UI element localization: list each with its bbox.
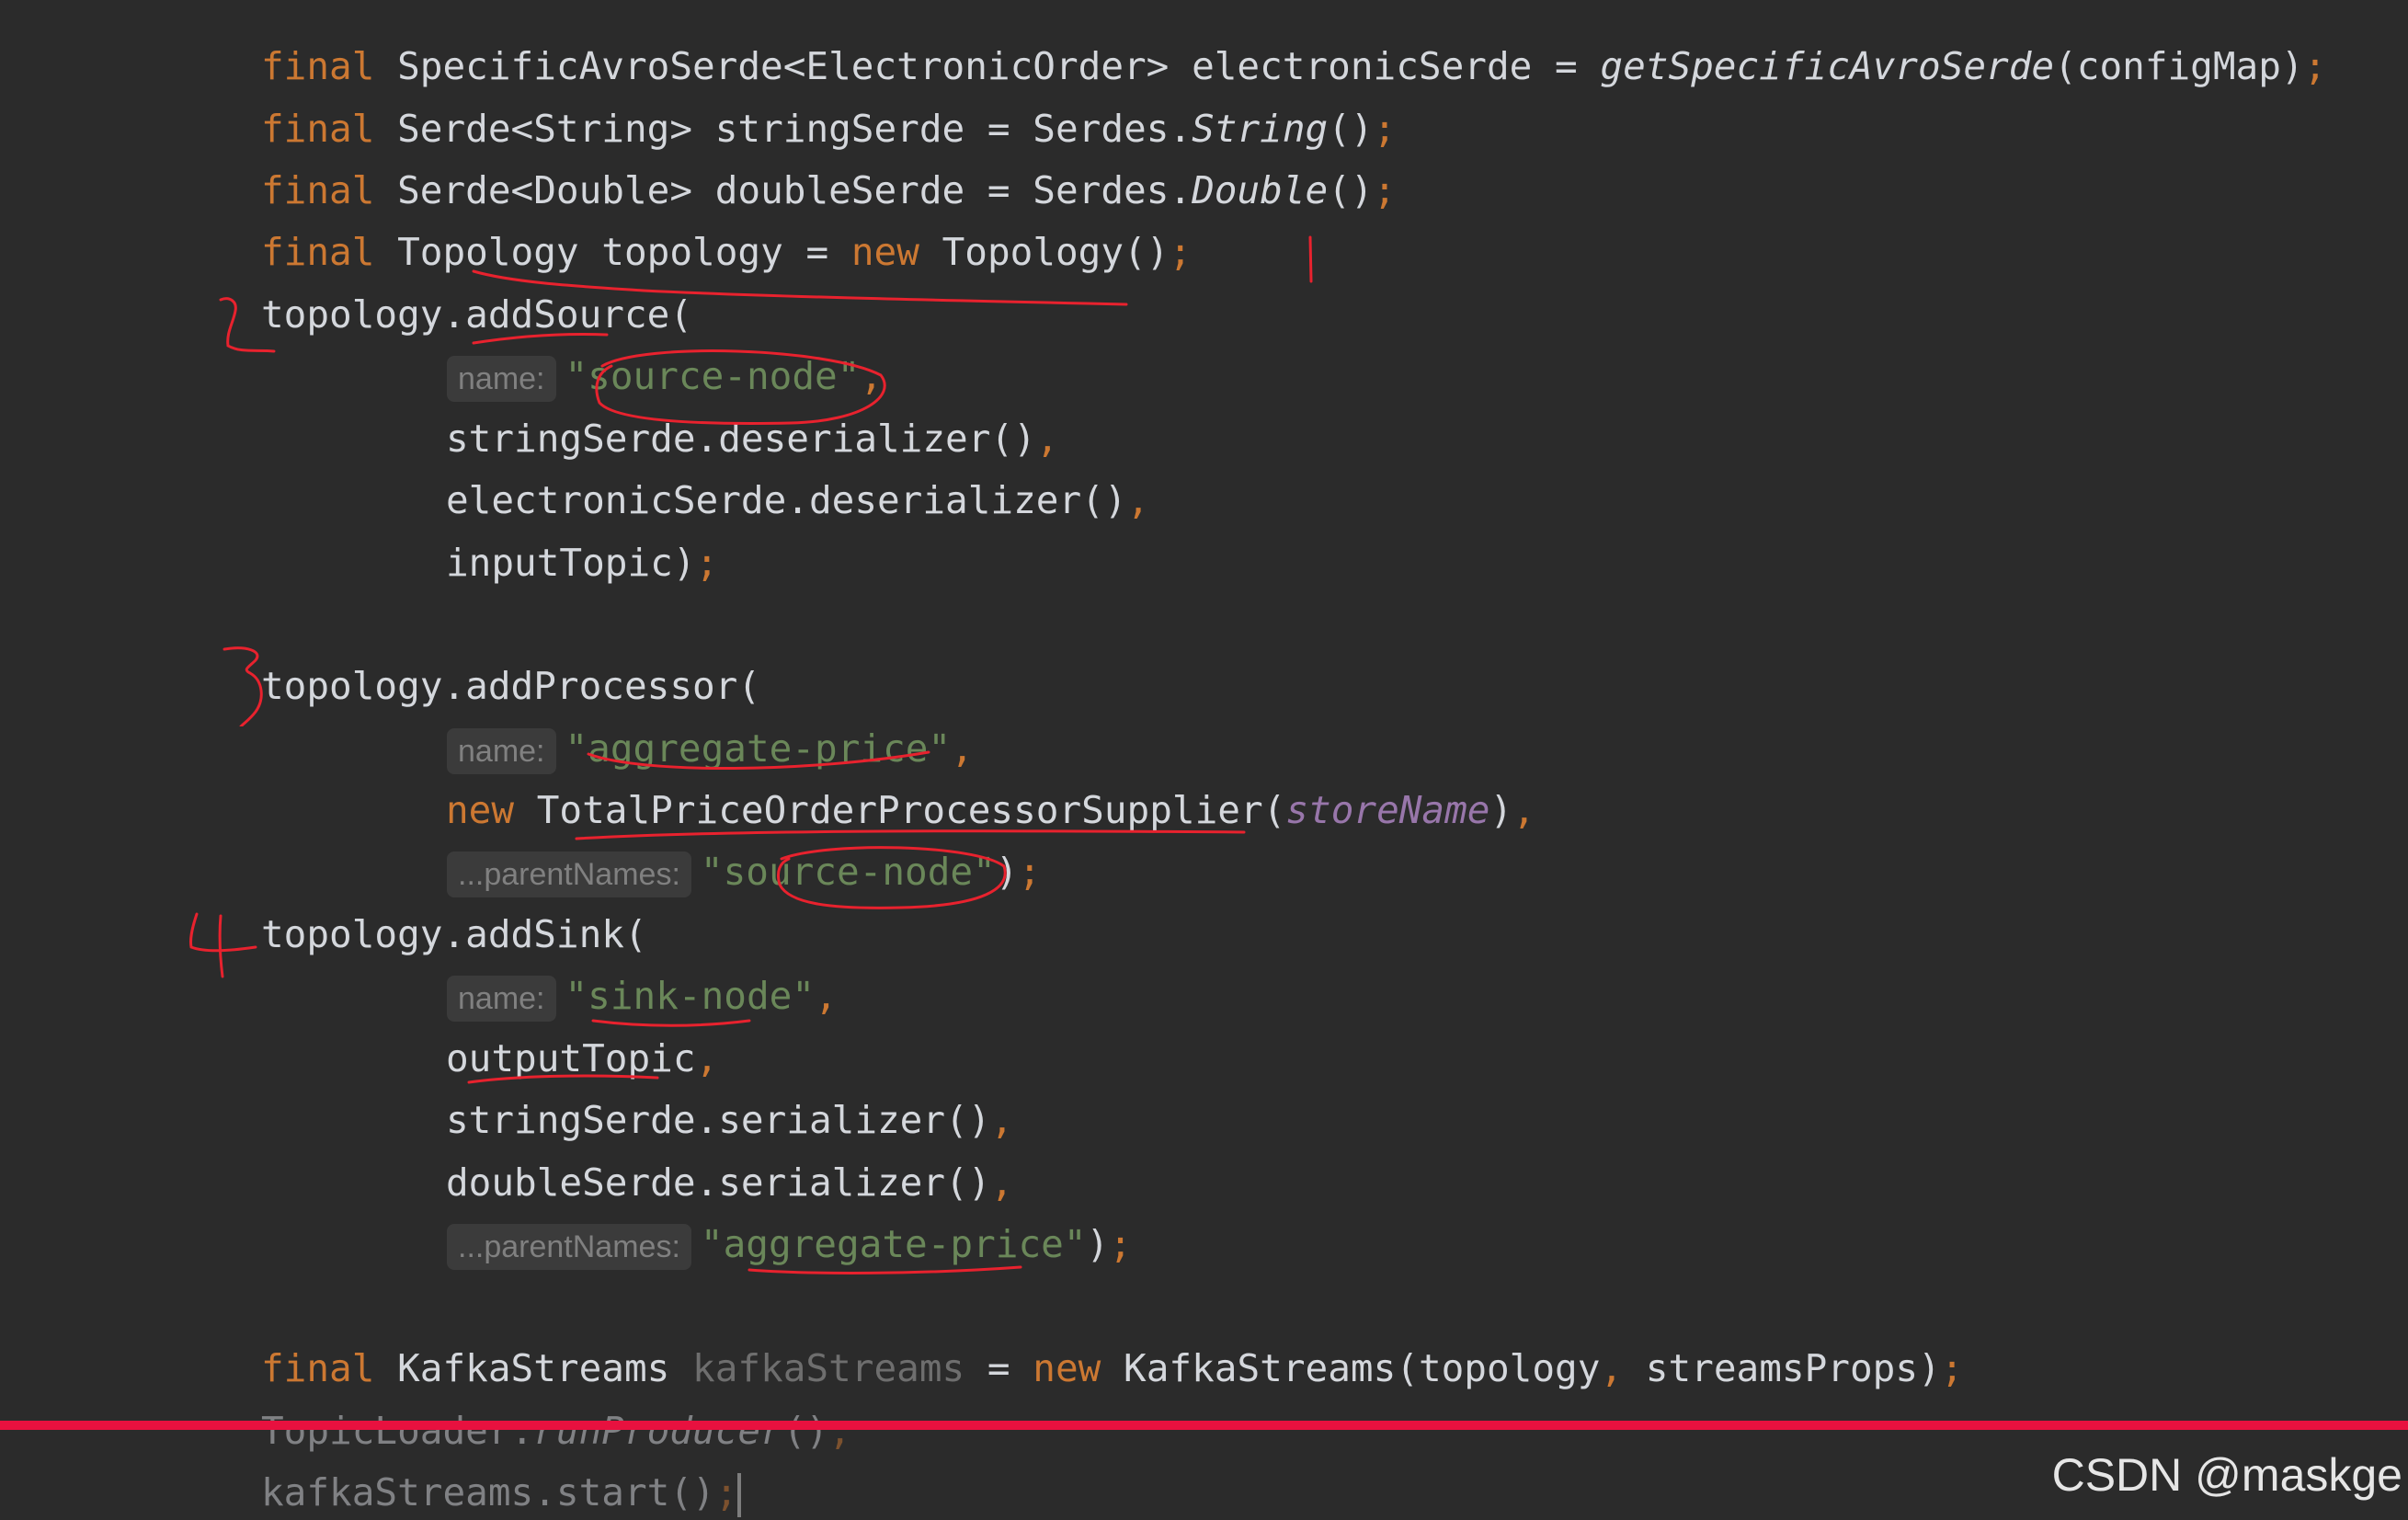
annotation-number-4: 4 — [184, 910, 267, 984]
underline-output-topic — [467, 1074, 659, 1084]
watermark: CSDN @maskge — [2051, 1449, 2402, 1501]
underline-supplier — [575, 829, 1246, 840]
annotation-number-2: 2 — [210, 294, 283, 359]
handwritten-number-icon — [219, 297, 276, 353]
underline-aggregate-price-1 — [587, 750, 930, 770]
underline-topology — [472, 269, 1128, 306]
pen-annotations — [467, 235, 1313, 1274]
underline-addsource — [472, 332, 609, 345]
underline-sink-node — [591, 1019, 751, 1027]
annotation-number-3: 3 — [219, 644, 283, 728]
underline-aggregate-price-2 — [748, 1265, 1022, 1274]
handwritten-number-icon — [223, 646, 263, 728]
handwritten-number-icon — [189, 912, 257, 978]
circle-source-node-2 — [776, 846, 1007, 909]
circle-source-node-1 — [595, 349, 886, 425]
video-progress-divider — [0, 1421, 2408, 1430]
cursor-tick — [1308, 235, 1313, 283]
